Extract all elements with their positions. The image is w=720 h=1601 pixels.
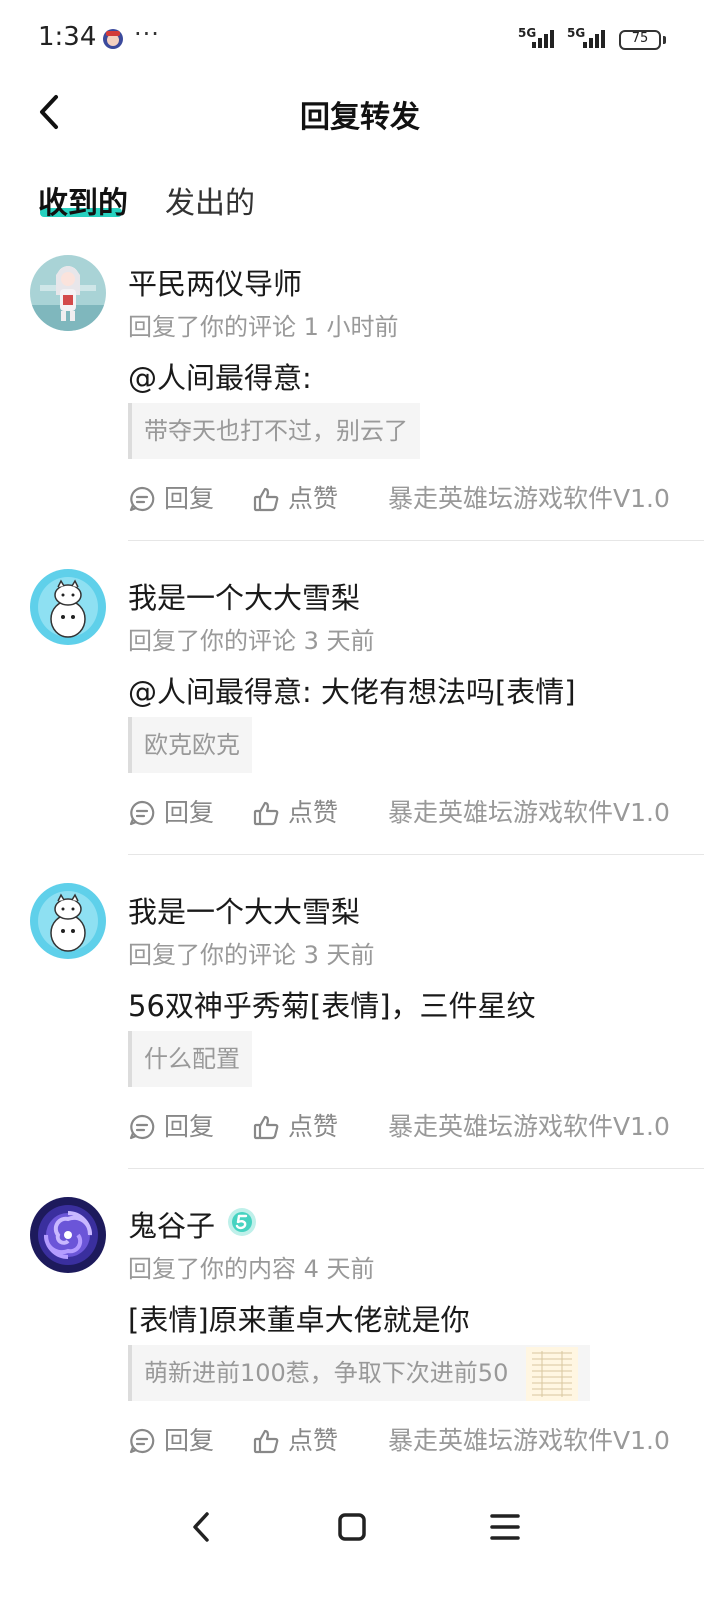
level-badge-icon (228, 1208, 256, 1236)
action-bar: 回复 点赞 暴走英雄坛游戏软件V1.0 (128, 793, 688, 833)
comment-icon (129, 800, 155, 826)
page-title: 回复转发 (300, 100, 420, 135)
nav-back-icon (193, 1512, 209, 1542)
reply-button[interactable]: 回复 (128, 1421, 218, 1461)
like-label: 点赞 (288, 798, 339, 827)
thumbs-up-icon (253, 801, 279, 826)
nav-home-button[interactable] (327, 1502, 377, 1552)
avatar[interactable] (30, 255, 106, 331)
like-label: 点赞 (288, 484, 339, 513)
list-item[interactable]: 我是一个大大雪梨 回复了你的评论 3 天前 56双神乎秀菊[表情]，三件星纹 什… (0, 883, 720, 1183)
divider (128, 854, 704, 855)
nav-menu-icon (490, 1514, 520, 1540)
list-item[interactable]: 平民两仪导师 回复了你的评论 1 小时前 @人间最得意: 带夺天也打不过，别云了… (0, 255, 720, 555)
comment-icon (129, 1428, 155, 1454)
list-item[interactable]: 我是一个大大雪梨 回复了你的评论 3 天前 @人间最得意: 大佬有想法吗[表情]… (0, 569, 720, 869)
reply-content[interactable]: @人间最得意: (128, 355, 312, 397)
username[interactable]: 平民两仪导师 (128, 261, 302, 303)
quoted-text: 什么配置 (144, 1045, 240, 1073)
like-label: 点赞 (288, 1426, 339, 1455)
reply-meta: 回复了你的内容 4 天前 (128, 1255, 375, 1283)
source-label: 暴走英雄坛游戏软件V1.0 (388, 484, 670, 513)
quoted-comment[interactable]: 什么配置 (128, 1031, 252, 1087)
username[interactable]: 我是一个大大雪梨 (128, 889, 360, 931)
action-bar: 回复 点赞 暴走英雄坛游戏软件V1.0 (128, 1421, 688, 1461)
username[interactable]: 我是一个大大雪梨 (128, 575, 360, 617)
quoted-comment[interactable]: 带夺天也打不过，别云了 (128, 403, 420, 459)
status-bar: 1:34 ··· 5G 5G 75 (0, 0, 720, 80)
status-more-icon: ··· (134, 20, 160, 48)
thumbs-up-icon (253, 1429, 279, 1454)
source-label: 暴走英雄坛游戏软件V1.0 (388, 798, 670, 827)
nav-home-icon (338, 1513, 366, 1541)
nav-back-button[interactable] (176, 1502, 226, 1552)
tab-received[interactable]: 收到的 (38, 178, 128, 222)
source-label: 暴走英雄坛游戏软件V1.0 (388, 1426, 670, 1455)
avatar[interactable] (30, 883, 106, 959)
action-bar: 回复 点赞 暴走英雄坛游戏软件V1.0 (128, 479, 688, 519)
tab-sent[interactable]: 发出的 (165, 178, 255, 222)
system-nav-bar (0, 1490, 720, 1560)
reply-button[interactable]: 回复 (128, 793, 218, 833)
username[interactable]: 鬼谷子 (128, 1203, 215, 1245)
avatar[interactable] (30, 1197, 106, 1273)
reply-label: 回复 (164, 1112, 215, 1141)
reply-label: 回复 (164, 484, 215, 513)
avatar[interactable] (30, 569, 106, 645)
reply-button[interactable]: 回复 (128, 1107, 218, 1147)
like-button[interactable]: 点赞 (252, 793, 342, 833)
divider (128, 540, 704, 541)
thumbs-up-icon (253, 487, 279, 512)
like-label: 点赞 (288, 1112, 339, 1141)
reply-meta: 回复了你的评论 1 小时前 (128, 313, 399, 341)
battery-icon: 75 (619, 30, 661, 50)
app-notification-icon (103, 29, 123, 49)
nav-menu-button[interactable] (480, 1502, 530, 1552)
comment-icon (129, 486, 155, 512)
status-time: 1:34 (38, 22, 97, 52)
like-button[interactable]: 点赞 (252, 479, 342, 519)
reply-content[interactable]: [表情]原来董卓大佬就是你 (128, 1297, 470, 1339)
reply-label: 回复 (164, 1426, 215, 1455)
quoted-comment[interactable]: 欧克欧克 (128, 717, 252, 773)
source-label: 暴走英雄坛游戏软件V1.0 (388, 1112, 670, 1141)
reply-label: 回复 (164, 798, 215, 827)
quoted-image-thumbnail[interactable] (526, 1347, 578, 1401)
like-button[interactable]: 点赞 (252, 1421, 342, 1461)
quoted-text: 萌新进前100惹，争取下次进前50 (144, 1359, 509, 1387)
reply-meta: 回复了你的评论 3 天前 (128, 941, 375, 969)
battery-level: 75 (631, 31, 649, 46)
reply-button[interactable]: 回复 (128, 479, 218, 519)
reply-content[interactable]: 56双神乎秀菊[表情]，三件星纹 (128, 983, 536, 1025)
divider (128, 1168, 704, 1169)
thumbs-up-icon (253, 1115, 279, 1140)
quoted-comment[interactable]: 萌新进前100惹，争取下次进前50 (128, 1345, 590, 1401)
reply-content[interactable]: @人间最得意: 大佬有想法吗[表情] (128, 669, 576, 711)
quoted-text: 带夺天也打不过，别云了 (144, 417, 408, 445)
quoted-text: 欧克欧克 (144, 731, 240, 759)
like-button[interactable]: 点赞 (252, 1107, 342, 1147)
action-bar: 回复 点赞 暴走英雄坛游戏软件V1.0 (128, 1107, 688, 1147)
battery-cap (663, 36, 666, 44)
list-item[interactable]: 鬼谷子 回复了你的内容 4 天前 [表情]原来董卓大佬就是你 萌新进前100惹，… (0, 1197, 720, 1497)
comment-icon (129, 1114, 155, 1140)
reply-meta: 回复了你的评论 3 天前 (128, 627, 375, 655)
